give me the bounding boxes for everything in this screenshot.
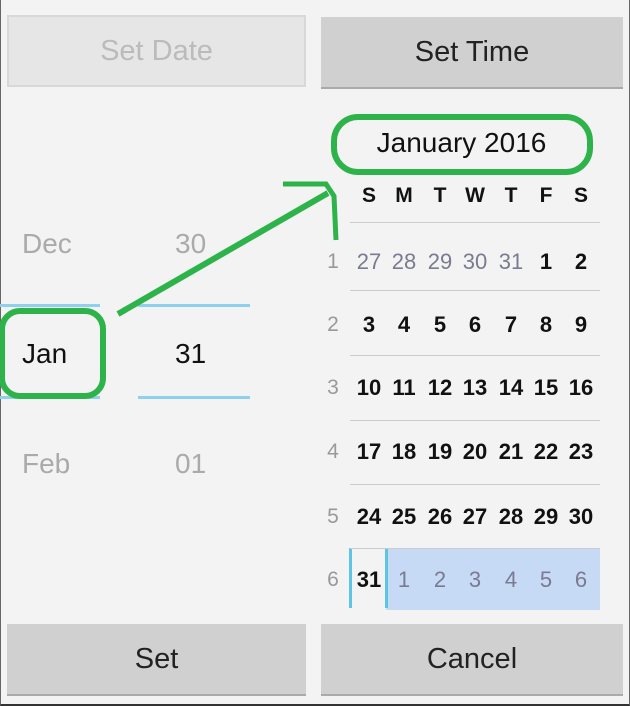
annotation-box-month [0, 308, 106, 399]
annotation-arrow [116, 190, 330, 317]
annotation-overlay [0, 114, 593, 399]
annotation-box-title [331, 114, 593, 175]
